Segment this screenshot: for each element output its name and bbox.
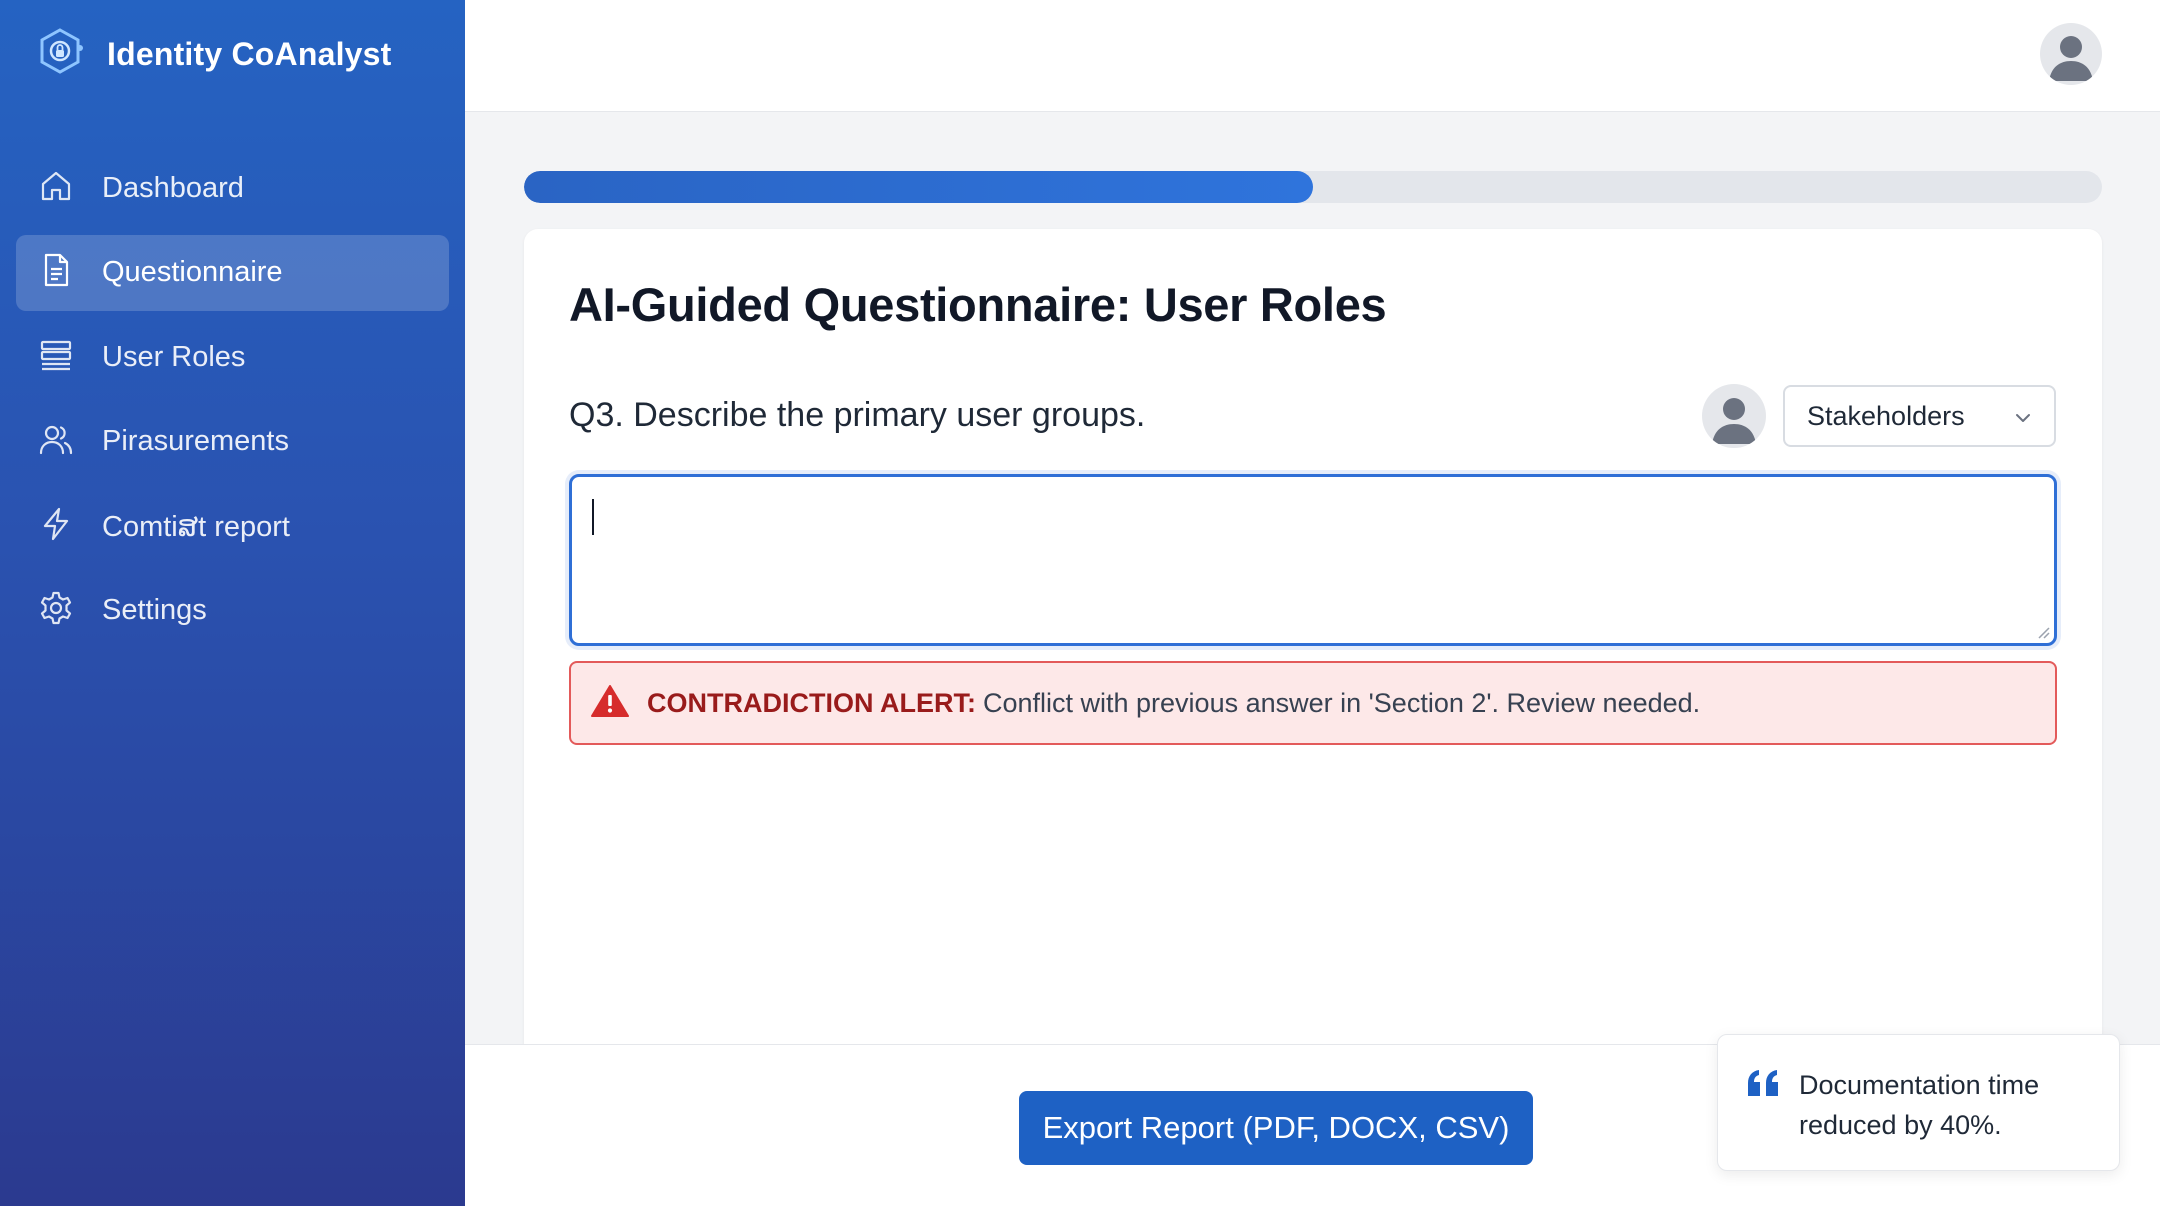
app-name: Identity CoAnalyst [107, 35, 392, 72]
sidebar-item-label: Pirasurements [102, 425, 289, 457]
resize-handle-icon[interactable] [2036, 625, 2050, 639]
audience-select-value: Stakeholders [1807, 400, 1965, 431]
logo-icon [34, 26, 86, 83]
respondent-avatar [1702, 384, 1766, 448]
warning-icon [591, 684, 629, 723]
text-caret [592, 499, 594, 535]
sidebar-item-label: Dashboard [102, 171, 244, 204]
contradiction-alert: CONTRADICTION ALERT: Conflict with previ… [569, 661, 2057, 745]
sidebar-item-user-roles[interactable]: User Roles [16, 319, 449, 395]
answer-textarea[interactable] [569, 474, 2057, 646]
toast-message: Documentation time reduced by 40%. [1799, 1070, 2040, 1140]
sidebar-item-questionnaire[interactable]: Questionnaire [16, 234, 449, 311]
user-avatar[interactable] [2040, 23, 2102, 85]
question-text: Q3. Describe the primary user groups. [569, 396, 1146, 434]
quote-icon [1748, 1070, 1778, 1096]
progress-bar [524, 171, 2102, 203]
toast-notification: Documentation time reduced by 40%. [1717, 1034, 2120, 1171]
sidebar-item-dashboard[interactable]: Dashboard [16, 150, 449, 226]
sidebar-item-settings[interactable]: Settings [16, 573, 449, 649]
questionnaire-card: AI-Guided Questionnaire: User Roles Q3. … [524, 229, 2102, 1049]
alert-message: Conflict with previous answer in 'Sectio… [982, 687, 1701, 718]
sidebar-nav: Dashboard Questionnaire User Roles Piras… [16, 150, 449, 657]
gear-icon [38, 590, 74, 631]
sidebar-item-label: Comtiສt report [102, 510, 290, 543]
sidebar-item-label: Questionnaire [102, 256, 283, 288]
sidebar-item-label: User Roles [102, 340, 246, 373]
audience-select[interactable]: Stakeholders [1783, 385, 2056, 447]
top-bar [465, 0, 2160, 112]
users-icon [38, 421, 74, 462]
sidebar-item-pirasurements[interactable]: Pirasurements [16, 404, 449, 480]
lightning-icon [38, 506, 74, 547]
progress-fill [524, 171, 1313, 203]
sidebar-item-label: Settings [102, 594, 207, 626]
brand[interactable]: Identity CoAnalyst [34, 26, 392, 83]
document-icon [38, 252, 74, 293]
sidebar-item-report[interactable]: Comtiສt report [16, 488, 449, 564]
list-icon [38, 337, 74, 378]
export-report-button[interactable]: Export Report (PDF, DOCX, CSV) [1019, 1091, 1533, 1165]
home-icon [38, 168, 74, 209]
alert-label: CONTRADICTION ALERT: [647, 687, 976, 718]
sidebar: Identity CoAnalyst Dashboard Questionnai… [0, 0, 465, 1206]
page-title: AI-Guided Questionnaire: User Roles [569, 278, 1387, 331]
